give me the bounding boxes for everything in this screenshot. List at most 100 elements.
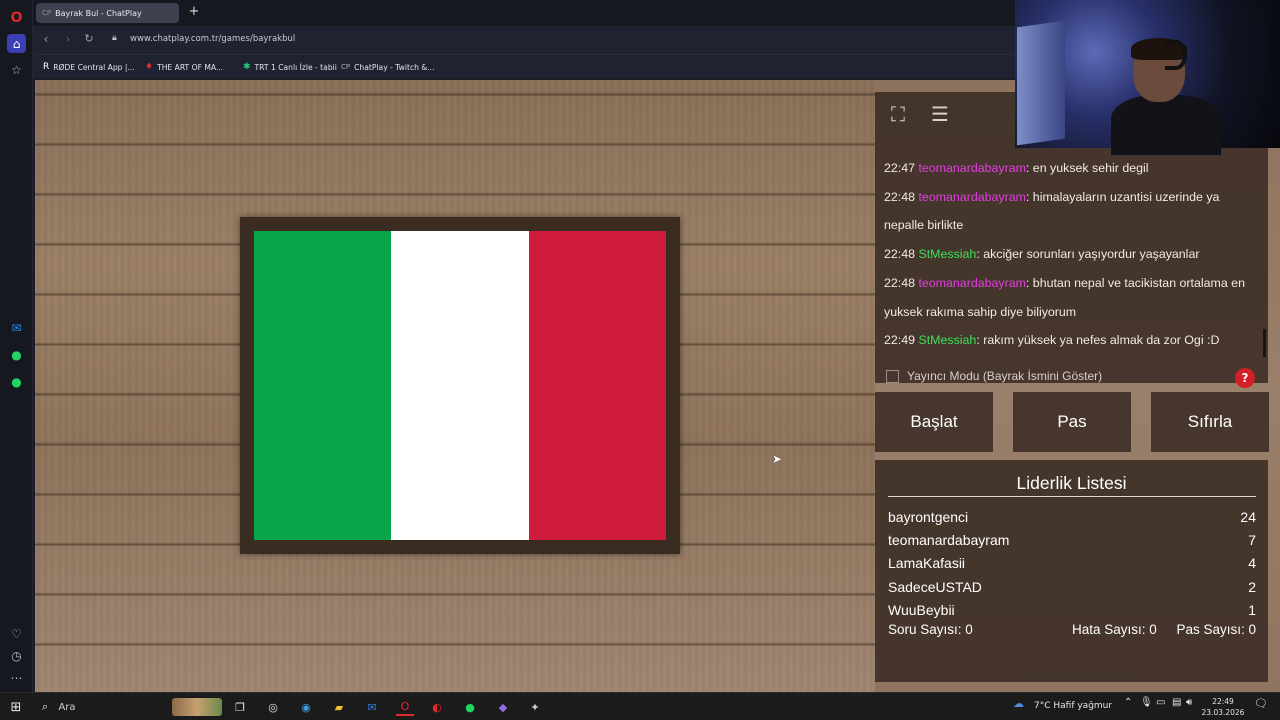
player-name: SadeceUSTAD (888, 578, 982, 595)
opera-logo-icon[interactable]: O (7, 8, 26, 27)
app-icon[interactable]: ✦ (527, 698, 543, 716)
bookmarks-bar: R RØDE Central App |... ♦ THE ART OF MA.… (33, 54, 1015, 78)
file-explorer-icon[interactable]: ▰ (331, 698, 347, 716)
search-label[interactable]: Ara (58, 698, 76, 716)
chat-username[interactable]: StMessiah (918, 247, 976, 261)
clock[interactable]: 22:49 23.03.2026 (1193, 696, 1253, 718)
diamond-icon: ♦ (145, 62, 154, 72)
address-bar: ‹ › ↻ 🔒︎ www.chatplay.com.tr/games/bayra… (33, 26, 1015, 54)
discord-icon[interactable]: ◆ (495, 698, 511, 716)
streamer-mode-checkbox[interactable] (886, 369, 899, 383)
bookmark-item[interactable]: R RØDE Central App |... (43, 60, 135, 74)
search-icon[interactable]: ⌕ (38, 698, 52, 716)
notification-icon[interactable]: 🗨︎ (1254, 697, 1268, 710)
new-tab-icon[interactable]: + (187, 5, 201, 19)
player-name: LamaKafasii (888, 555, 966, 572)
flag-stripe-red (528, 231, 666, 540)
mic-icon[interactable]: 🎙︎ (1140, 697, 1153, 708)
widgets-icon[interactable]: ◎ (265, 698, 281, 716)
network-icon[interactable]: ▤ (1172, 697, 1181, 708)
chatplay-icon: CP (341, 63, 351, 71)
tray-expand-icon[interactable]: ⌃ (1124, 697, 1132, 708)
chat-text: : akciğer sorunları yaşıyordur yaşayanla… (976, 247, 1200, 262)
edge-icon[interactable]: ◉ (298, 698, 314, 716)
person-body (1111, 95, 1221, 155)
streamer-mode-row[interactable]: Yayıncı Modu (Bayrak İsmini Göster) (886, 369, 1102, 383)
side-panel: ⛶ ☰ 22:47 teomanardabayram: en yuksek se… (875, 80, 1280, 692)
display-icon[interactable]: ▭ (1156, 697, 1165, 708)
chat-text: : rakım yüksek ya nefes almak da zor Ogi… (976, 333, 1220, 348)
volume-icon[interactable]: 🔊︎ (1186, 697, 1192, 708)
game-area: ➤ (35, 80, 875, 692)
chat-time: 22:48 (884, 247, 916, 262)
opera-taskbar-icon[interactable]: O (396, 698, 414, 716)
outlook-icon[interactable]: ✉ (364, 698, 380, 716)
obs-icon[interactable]: ◐ (429, 698, 445, 716)
chat-scrollbar[interactable] (1263, 329, 1266, 357)
task-view-icon[interactable]: ❐ (232, 698, 248, 716)
player-name: teomanardabayram (888, 532, 1010, 549)
heart-icon[interactable]: ♡ (7, 624, 26, 643)
webcam-overlay (1015, 0, 1280, 155)
weather-icon: ☁ (1013, 697, 1024, 710)
star-icon[interactable]: ☆ (7, 60, 26, 79)
chat-username[interactable]: StMessiah (918, 333, 976, 347)
leaderboard-row: WuuBeybii 1 (888, 599, 1256, 622)
leaderboard-row: bayrontgenci 24 (888, 506, 1256, 529)
bookmark-label: RØDE Central App |... (53, 62, 135, 72)
start-button[interactable]: Başlat (875, 392, 993, 452)
back-icon[interactable]: ‹ (39, 32, 53, 46)
whatsapp-icon[interactable]: ● (7, 345, 26, 364)
messenger-icon[interactable]: ✉ (7, 318, 26, 337)
player-score: 1 (1248, 601, 1256, 618)
reset-button[interactable]: Sıfırla (1151, 392, 1269, 452)
error-count: Hata Sayısı: 0 (1072, 622, 1157, 637)
spotify-taskbar-icon[interactable]: ● (462, 698, 478, 716)
tab-bar: CP Bayrak Bul - ChatPlay + (33, 0, 1015, 26)
tab-favicon-icon: CP (42, 9, 52, 17)
flag-stripe-white (391, 231, 529, 540)
windows-start-icon[interactable]: ⊞ (8, 698, 24, 716)
chat-message: 22:48 StMessiah: akciğer sorunları yaşıy… (884, 240, 1259, 269)
flag-frame (240, 217, 680, 554)
history-icon[interactable]: ◷ (7, 646, 26, 665)
bookmark-item[interactable]: ✱ TRT 1 Canlı İzle - tabii (243, 60, 337, 74)
question-count: Soru Sayısı: 0 (888, 622, 973, 637)
chat-time: 22:48 (884, 189, 916, 204)
clock-time: 22:49 (1212, 697, 1234, 706)
chat-username[interactable]: teomanardabayram (918, 161, 1025, 175)
notes-icon[interactable]: ☰ (924, 98, 956, 130)
chat-username[interactable]: teomanardabayram (918, 276, 1025, 290)
chat-message: 22:48 teomanardabayram: himalayaların uz… (884, 183, 1259, 240)
weather-text[interactable]: 7°C Hafif yağmur (1034, 701, 1112, 711)
pass-button[interactable]: Pas (1013, 392, 1131, 452)
leaderboard-row: LamaKafasii 4 (888, 552, 1256, 575)
home-icon[interactable]: ⌂ (7, 34, 26, 53)
taskbar: ⊞ ⌕ Ara ❐ ◎ ◉ ▰ ✉ O ◐ ● ◆ ✦ ☁ 7°C Hafif … (0, 692, 1280, 720)
bookmark-label: TRT 1 Canlı İzle - tabii (254, 62, 337, 72)
chat-time: 22:49 (884, 333, 916, 348)
browser-sidebar: O ⌂ ☆ ✉ ● ● ♡ ◷ ⋯ (0, 0, 33, 692)
tab-title: Bayrak Bul - ChatPlay (55, 8, 142, 18)
help-button[interactable]: ? (1235, 368, 1255, 388)
reload-icon[interactable]: ↻ (82, 32, 96, 46)
bookmark-label: ChatPlay - Twitch &... (354, 62, 435, 72)
chat-username[interactable]: teomanardabayram (918, 190, 1025, 204)
chat-time: 22:48 (884, 275, 916, 290)
bookmark-item[interactable]: CP ChatPlay - Twitch &... (341, 60, 435, 74)
bookmark-label: THE ART OF MA... (157, 62, 224, 72)
trt-icon: ✱ (243, 62, 251, 72)
rode-icon: R (43, 62, 50, 72)
spotify-icon[interactable]: ● (7, 372, 26, 391)
player-name: bayrontgenci (888, 509, 969, 525)
divider (888, 496, 1256, 497)
tab-active[interactable]: CP Bayrak Bul - ChatPlay (36, 3, 179, 23)
mouse-cursor-icon: ➤ (772, 452, 783, 466)
player-score: 4 (1248, 555, 1256, 572)
fullscreen-icon[interactable]: ⛶ (882, 98, 914, 130)
url-field[interactable]: www.chatplay.com.tr/games/bayrakbul (130, 34, 295, 44)
forward-icon[interactable]: › (61, 32, 75, 46)
bookmark-item[interactable]: ♦ THE ART OF MA... (145, 60, 223, 74)
more-icon[interactable]: ⋯ (7, 668, 26, 687)
headphones-shape (1165, 40, 1187, 70)
